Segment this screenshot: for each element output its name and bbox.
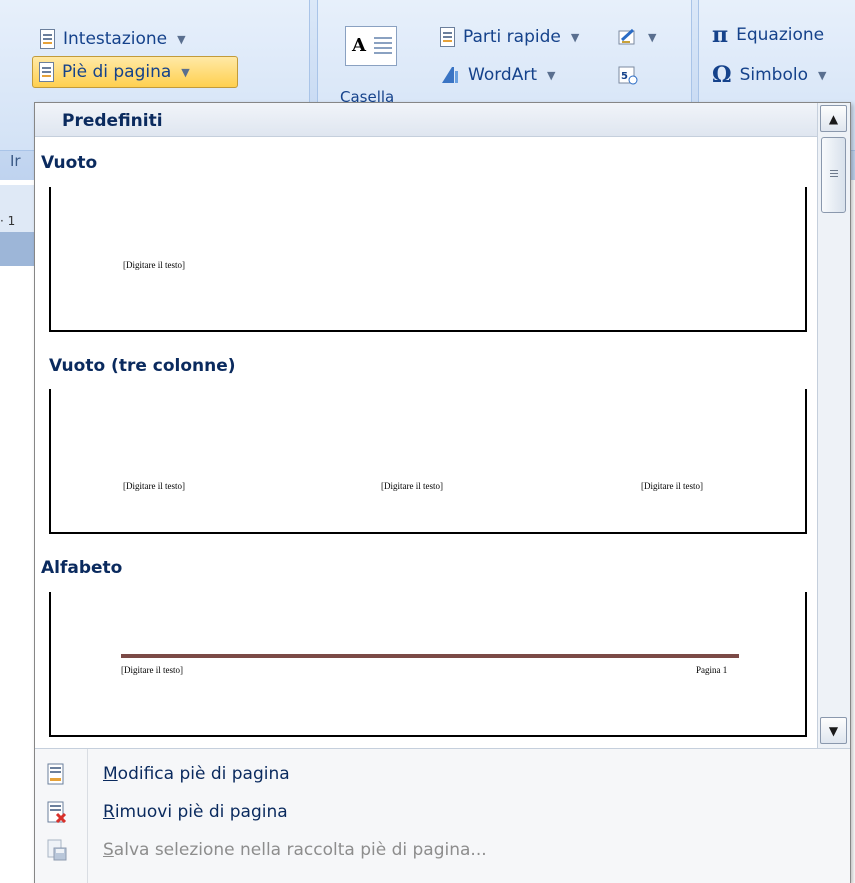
menu-item-salva-selezione: Salva selezione nella raccolta piè di pa… (35, 831, 850, 869)
equazione-button[interactable]: π Equazione (706, 20, 830, 50)
wordart-button[interactable]: WordArt ▼ (434, 60, 561, 90)
scroll-up-button[interactable]: ▲ (820, 105, 847, 132)
quick-parts-icon (440, 27, 455, 47)
footer-rule-line (121, 654, 739, 658)
menu-item-label: Salva selezione nella raccolta piè di pa… (103, 840, 487, 860)
accelerator-key: M (103, 764, 118, 784)
svg-text:5: 5 (621, 71, 628, 82)
parti-rapide-label: Parti rapide (463, 27, 561, 47)
label-rest: odifica piè di pagina (117, 764, 290, 784)
accelerator-key: R (103, 802, 115, 822)
omega-icon: Ω (712, 62, 732, 88)
signature-line-icon (618, 28, 635, 45)
label-rest: imuovi piè di pagina (114, 802, 288, 822)
section-title-vuoto: Vuoto (41, 153, 98, 173)
edit-footer-icon (47, 763, 64, 785)
scroll-down-button[interactable]: ▼ (820, 717, 847, 744)
footer-option-vuoto-tre-colonne[interactable]: [Digitare il testo] [Digitare il testo] … (49, 389, 807, 534)
date-time-button[interactable]: 5 (612, 60, 644, 90)
placeholder-text-center: [Digitare il testo] (381, 481, 443, 491)
footer-option-alfabeto[interactable]: [Digitare il testo] Pagina 1 (49, 592, 807, 737)
section-title-vuoto-tre-colonne: Vuoto (tre colonne) (49, 356, 236, 376)
placeholder-text: [Digitare il testo] (121, 665, 183, 675)
accelerator-key: S (103, 840, 114, 860)
menu-item-label: Modifica piè di pagina (103, 764, 290, 784)
footer-gallery: Vuoto [Digitare il testo] Vuoto (tre col… (35, 137, 817, 748)
date-time-icon: 5 (618, 66, 638, 85)
wordart-icon (442, 67, 458, 83)
textbox-icon: A (352, 35, 366, 56)
simbolo-button[interactable]: Ω Simbolo ▼ (706, 60, 832, 90)
menu-item-label: Rimuovi piè di pagina (103, 802, 288, 822)
placeholder-text-right: [Digitare il testo] (641, 481, 703, 491)
footer-icon (39, 62, 54, 82)
ruler-number: · 1 (0, 214, 16, 228)
section-title-alfabeto: Alfabeto (41, 558, 123, 578)
pi-icon: π (712, 22, 729, 48)
chevron-down-icon: ▼ (177, 32, 186, 46)
group-label-fragment: Ir (10, 152, 21, 170)
casella-testo-button[interactable]: A (345, 26, 397, 66)
intestazione-label: Intestazione (63, 29, 168, 49)
placeholder-text: [Digitare il testo] (123, 260, 185, 270)
chevron-down-icon: ▼ (570, 30, 580, 44)
menu-item-modifica[interactable]: Modifica piè di pagina (35, 755, 850, 793)
save-selection-icon (47, 839, 67, 861)
wordart-label: WordArt (468, 65, 537, 85)
simbolo-label: Simbolo (739, 65, 808, 85)
pie-di-pagina-label: Piè di pagina (62, 62, 172, 82)
footer-gallery-dropdown: Predefiniti Vuoto [Digitare il testo] Vu… (34, 102, 851, 883)
footer-menu: Modifica piè di pagina Rimuovi piè di pa… (35, 748, 850, 883)
placeholder-text-left: [Digitare il testo] (123, 481, 185, 491)
chevron-down-icon: ▼ (817, 68, 827, 82)
intestazione-button[interactable]: Intestazione ▼ (34, 24, 192, 54)
remove-footer-icon (47, 801, 67, 823)
equazione-label: Equazione (736, 25, 825, 45)
gallery-header: Predefiniti (35, 103, 817, 137)
signature-line-button[interactable]: ▼ (612, 22, 662, 52)
menu-item-rimuovi[interactable]: Rimuovi piè di pagina (35, 793, 850, 831)
triangle-up-icon: ▲ (828, 111, 839, 126)
chevron-down-icon: ▼ (546, 68, 556, 82)
triangle-down-icon: ▼ (828, 723, 839, 738)
chevron-down-icon: ▼ (648, 30, 657, 44)
scroll-thumb[interactable] (821, 137, 846, 213)
pie-di-pagina-button[interactable]: Piè di pagina ▼ (32, 56, 238, 88)
footer-option-vuoto[interactable]: [Digitare il testo] (49, 187, 807, 332)
header-icon (40, 29, 55, 49)
parti-rapide-button[interactable]: Parti rapide ▼ (434, 22, 585, 52)
label-rest: alva selezione nella raccolta piè di pag… (113, 840, 487, 860)
page-number-label: Pagina 1 (696, 665, 728, 675)
gallery-scrollbar[interactable]: ▲ ▼ (817, 103, 850, 748)
chevron-down-icon: ▼ (181, 65, 190, 79)
